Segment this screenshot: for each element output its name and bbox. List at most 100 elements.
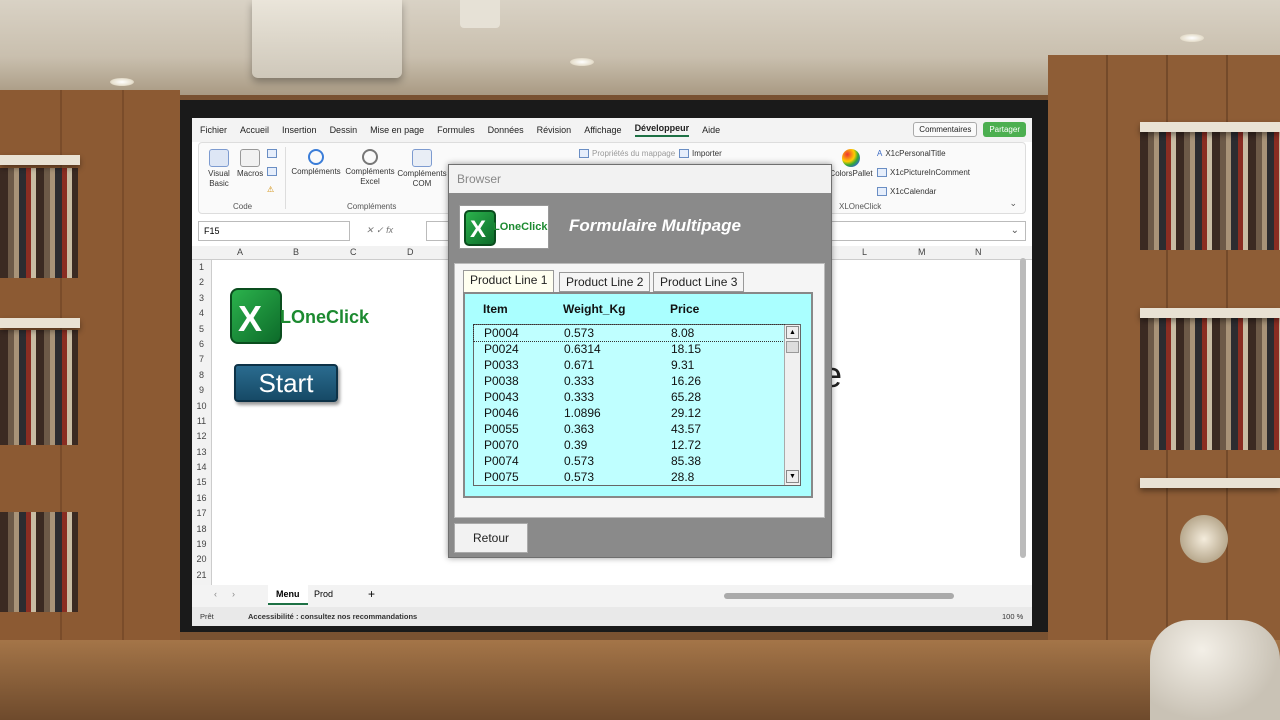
list-item[interactable]: P0024 0.6314 18.15 <box>474 341 784 357</box>
list-item[interactable]: P0038 0.333 16.26 <box>474 373 784 389</box>
list-item[interactable]: P0004 0.573 8.08 <box>473 324 785 342</box>
colors-pallet-icon <box>842 149 860 167</box>
relative-ref-button[interactable] <box>267 167 277 176</box>
visual-basic-button[interactable]: Visual Basic <box>205 149 233 189</box>
tab-product-line-1[interactable]: Product Line 1 <box>463 270 555 292</box>
list-item[interactable]: P0033 0.671 9.31 <box>474 357 784 373</box>
scroll-thumb[interactable] <box>724 593 954 599</box>
row-header[interactable]: 20 <box>192 552 211 567</box>
list-item[interactable]: P0070 0.39 12.72 <box>474 437 784 453</box>
column-header[interactable]: D <box>407 247 414 257</box>
chevron-down-icon[interactable]: ⌄ <box>1011 225 1019 236</box>
row-header[interactable]: 2 <box>192 275 211 290</box>
row-header[interactable]: 8 <box>192 368 211 383</box>
list-item[interactable]: P0046 1.0896 29.12 <box>474 405 784 421</box>
row-header[interactable]: 19 <box>192 537 211 552</box>
macros-button[interactable]: Macros <box>237 149 263 179</box>
scroll-down-icon[interactable]: ▼ <box>786 470 799 483</box>
x1c-picture-in-comment-button[interactable]: X1cPictureInComment <box>877 168 970 177</box>
x1c-calendar-button[interactable]: X1cCalendar <box>877 187 936 196</box>
menu-fichier[interactable]: Fichier <box>200 125 227 135</box>
record-macro-button[interactable] <box>267 149 277 158</box>
row-header[interactable]: 3 <box>192 291 211 306</box>
row-header[interactable]: 12 <box>192 429 211 444</box>
scroll-up-icon[interactable]: ▲ <box>786 326 799 339</box>
column-header[interactable]: L <box>862 247 867 257</box>
list-item[interactable]: P0055 0.363 43.57 <box>474 421 784 437</box>
row-header[interactable]: 14 <box>192 460 211 475</box>
row-header[interactable]: 13 <box>192 445 211 460</box>
row-header[interactable]: 6 <box>192 337 211 352</box>
importer-button[interactable]: Importer <box>679 149 722 158</box>
column-header[interactable]: B <box>293 247 299 257</box>
row-header[interactable]: 16 <box>192 491 211 506</box>
row-header[interactable]: 4 <box>192 306 211 321</box>
column-header[interactable]: N <box>975 247 982 257</box>
add-sheet-button[interactable]: + <box>360 585 383 605</box>
shelf <box>1140 122 1280 132</box>
macro-security-button[interactable]: ⚠ <box>267 185 274 194</box>
tab-next-chevron-icon[interactable]: › <box>224 585 243 605</box>
row-header[interactable]: 15 <box>192 475 211 490</box>
menu-dessin[interactable]: Dessin <box>330 125 358 135</box>
row-header[interactable]: 18 <box>192 522 211 537</box>
row-header[interactable]: 9 <box>192 383 211 398</box>
row-header[interactable]: 17 <box>192 506 211 521</box>
menu-donnees[interactable]: Données <box>488 125 524 135</box>
share-button[interactable]: Partager <box>983 122 1026 137</box>
column-header[interactable]: M <box>918 247 926 257</box>
colors-pallet-button[interactable]: ColorsPallet <box>827 149 875 179</box>
logo-text: LOneClick <box>493 221 548 233</box>
comments-button[interactable]: Commentaires <box>913 122 978 137</box>
menu-formules[interactable]: Formules <box>437 125 475 135</box>
sheet-tab-menu[interactable]: Menu <box>268 585 308 605</box>
menu-developpeur[interactable]: Développeur <box>634 123 690 137</box>
retour-button[interactable]: Retour <box>454 523 528 553</box>
record-icon <box>267 149 277 158</box>
group-code-label: Code <box>233 202 253 211</box>
accessibility-status[interactable]: Accessibilité : consultez nos recommanda… <box>248 612 417 621</box>
column-header[interactable]: A <box>237 247 243 257</box>
complements-com-button[interactable]: Compléments COM <box>397 149 447 189</box>
zoom-level[interactable]: 100 % <box>1002 612 1023 621</box>
tab-product-line-2[interactable]: Product Line 2 <box>559 272 651 292</box>
row-header[interactable]: 7 <box>192 352 211 367</box>
horizontal-scrollbar[interactable] <box>712 592 1022 600</box>
group-xlonclick-label: XLOneClick <box>839 202 882 211</box>
menu-mise-en-page[interactable]: Mise en page <box>370 125 424 135</box>
scroll-thumb[interactable] <box>786 341 799 353</box>
complements-button[interactable]: Compléments <box>291 149 341 177</box>
vertical-scrollbar[interactable] <box>1018 246 1028 586</box>
complements-excel-button[interactable]: Compléments Excel <box>345 149 395 187</box>
product-listbox[interactable]: P0004 0.573 8.08 P0024 0.6314 18.15 P0033 0.6… <box>473 324 801 486</box>
name-box[interactable]: F15 <box>198 221 350 241</box>
menu-aide[interactable]: Aide <box>702 125 720 135</box>
start-button[interactable]: Start <box>234 364 338 402</box>
menu-revision[interactable]: Révision <box>537 125 572 135</box>
tab-product-line-3[interactable]: Product Line 3 <box>653 272 745 292</box>
column-header-price: Price <box>670 302 700 316</box>
x1c-personal-title-button[interactable]: A X1cPersonalTitle <box>877 149 946 158</box>
row-header[interactable]: 21 <box>192 568 211 583</box>
row-header[interactable]: 11 <box>192 414 211 429</box>
menu-accueil[interactable]: Accueil <box>240 125 269 135</box>
list-item[interactable]: P0075 0.573 28.8 <box>474 469 784 485</box>
list-item[interactable]: P0074 0.573 85.38 <box>474 453 784 469</box>
row-header[interactable]: 10 <box>192 399 211 414</box>
armchair <box>1150 620 1280 720</box>
list-item[interactable]: P0043 0.333 65.28 <box>474 389 784 405</box>
menu-affichage[interactable]: Affichage <box>584 125 621 135</box>
bookshelf-books <box>1140 132 1280 250</box>
menu-insertion[interactable]: Insertion <box>282 125 317 135</box>
ribbon-collapse-chevron-icon[interactable]: ⌄ <box>1009 198 1017 209</box>
column-header[interactable]: C <box>350 247 357 257</box>
proprietes-mappage-button[interactable]: Propriétés du mappage <box>579 149 675 158</box>
sheet-tab-prod[interactable]: Prod <box>306 585 341 605</box>
tab-prev-chevron-icon[interactable]: ‹ <box>206 585 225 605</box>
fx-icon[interactable]: ✕ ✓ fx <box>366 225 393 236</box>
map-properties-icon <box>579 149 589 158</box>
row-header[interactable]: 1 <box>192 260 211 275</box>
row-header[interactable]: 5 <box>192 322 211 337</box>
scroll-thumb[interactable] <box>1020 258 1026 558</box>
listbox-scrollbar[interactable]: ▲ ▼ <box>784 325 800 485</box>
